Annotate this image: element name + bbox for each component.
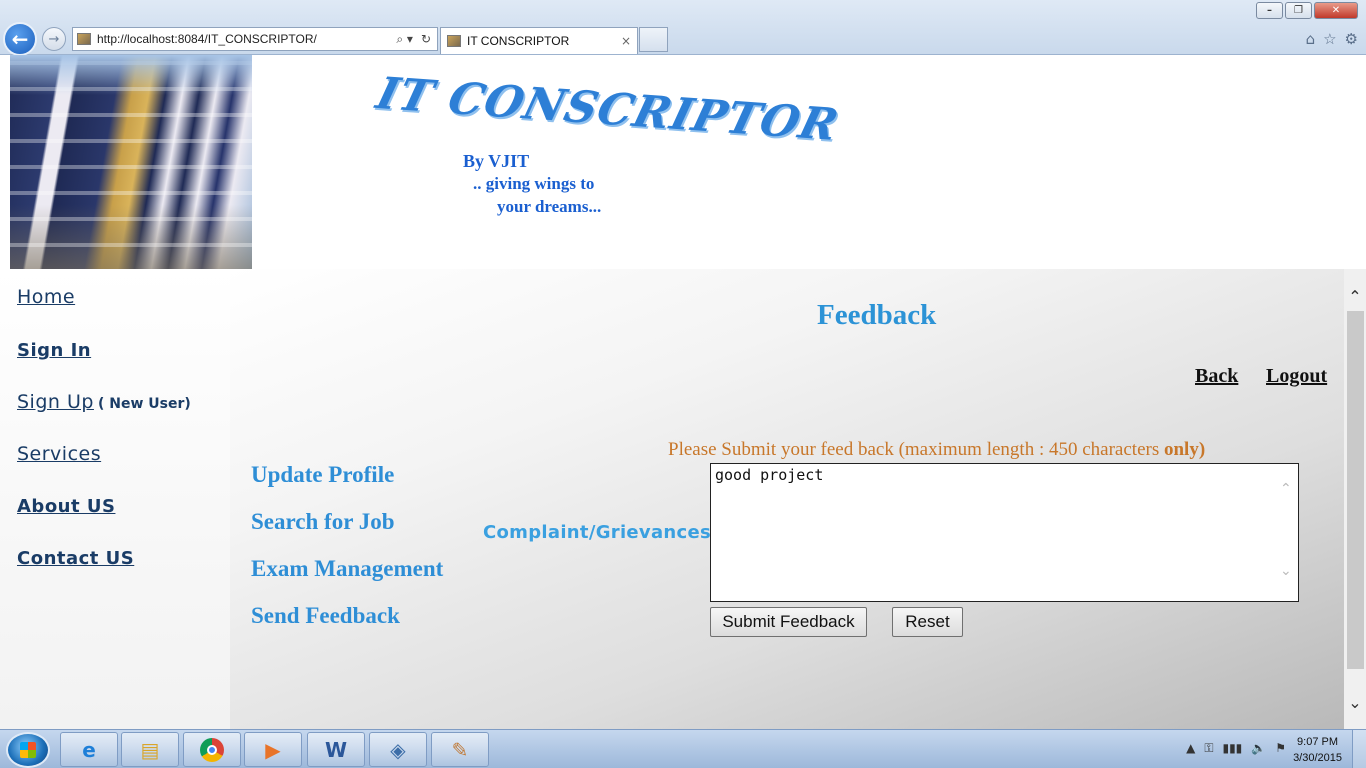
tab-favicon-icon [447, 35, 461, 47]
clock-time: 9:07 PM [1297, 736, 1339, 748]
internet-explorer-icon[interactable]: e [60, 732, 118, 767]
nav-about-link[interactable]: About US [17, 496, 115, 517]
site-logo: IT CONSCRIPTOR [371, 68, 844, 151]
tagline-by: By VJIT [463, 151, 530, 171]
action-center-flag-icon[interactable]: ⚑ [1275, 741, 1286, 756]
paint-icon[interactable]: ✎ [431, 732, 489, 767]
browser-tools: ⌂ ☆ ⚙ [1306, 30, 1358, 48]
nav-contact-link[interactable]: Contact US [17, 548, 134, 569]
browser-tab[interactable]: IT CONSCRIPTOR × [440, 27, 638, 54]
tab-close-icon[interactable]: × [621, 34, 637, 48]
new-user-note: ( New User) [97, 396, 191, 412]
minimize-button[interactable]: – [1256, 2, 1283, 19]
chrome-icon[interactable] [183, 732, 241, 767]
clock[interactable]: 9:07 PM 3/30/2015 [1293, 734, 1342, 766]
media-player-icon[interactable]: ▶ [244, 732, 302, 767]
volume-icon[interactable]: 🔈 [1251, 741, 1266, 756]
page-scrollbar[interactable]: ⌃ ⌄ [1344, 269, 1366, 729]
search-dropdown-icon[interactable]: ⌕ ▾ [396, 32, 413, 47]
back-link[interactable]: Back [1195, 365, 1238, 388]
feedback-instruction: Please Submit your feed back (maximum le… [668, 439, 1206, 460]
windows-logo-icon [20, 742, 36, 758]
power-plug-icon[interactable]: ⚿ [1204, 741, 1213, 756]
nav-sign-in-link[interactable]: Sign In [17, 340, 91, 361]
nav-sign-up: Sign Up( New User) [17, 391, 191, 413]
scroll-down-arrow-icon[interactable]: ⌄ [1344, 689, 1366, 729]
left-nav: Home Sign In Sign Up( New User) Services… [0, 269, 230, 729]
network-signal-icon[interactable]: ▮▮▮ [1222, 741, 1242, 756]
scroll-up-arrow-icon[interactable]: ⌃ [1344, 269, 1366, 309]
close-window-button[interactable]: ✕ [1314, 2, 1358, 19]
page-title: Feedback [817, 299, 937, 331]
browser-chrome: – ❐ ✕ ← → http://localhost:8084/IT_CONSC… [0, 0, 1366, 56]
textarea-scroll-up-icon[interactable]: ⌃ [1280, 481, 1292, 497]
send-feedback-link[interactable]: Send Feedback [251, 603, 400, 629]
browser-forward-button[interactable]: → [42, 27, 66, 51]
back-arrow-icon: ← [11, 27, 29, 51]
update-profile-link[interactable]: Update Profile [251, 462, 394, 488]
new-tab-button[interactable] [639, 27, 668, 52]
settings-gear-icon[interactable]: ⚙ [1345, 30, 1358, 48]
browser-back-button[interactable]: ← [3, 22, 37, 56]
tab-title: IT CONSCRIPTOR [467, 34, 570, 48]
exam-management-link[interactable]: Exam Management [251, 556, 443, 582]
complaint-label: Complaint/Grievances : [483, 522, 726, 543]
show-desktop-button[interactable] [1352, 730, 1366, 768]
windows-taskbar: e ▤ ▶ W ◈ ✎ ▲ ⚿ ▮▮▮ 🔈 ⚑ 9:07 PM 3/30/201… [0, 729, 1366, 768]
nav-sign-up-link[interactable]: Sign Up [17, 391, 94, 413]
tagline-wings: .. giving wings to [473, 174, 595, 193]
reset-button[interactable]: Reset [892, 607, 963, 637]
tagline-dreams: your dreams... [497, 197, 602, 216]
nav-services-link[interactable]: Services [17, 443, 101, 465]
home-icon[interactable]: ⌂ [1306, 30, 1316, 48]
start-button[interactable] [6, 732, 50, 768]
logout-link[interactable]: Logout [1266, 365, 1327, 388]
main-content: Feedback Back Logout Update Profile Sear… [230, 269, 1344, 729]
show-hidden-icons-icon[interactable]: ▲ [1186, 741, 1195, 756]
virtualbox-icon[interactable]: ◈ [369, 732, 427, 767]
system-tray: ▲ ⚿ ▮▮▮ 🔈 ⚑ [1186, 741, 1286, 756]
search-job-link[interactable]: Search for Job [251, 509, 395, 535]
instruction-emphasis: only) [1163, 439, 1206, 460]
page-favicon-icon [77, 33, 91, 45]
textarea-scroll-down-icon[interactable]: ⌄ [1280, 563, 1292, 579]
submit-feedback-button[interactable]: Submit Feedback [710, 607, 867, 637]
refresh-icon[interactable]: ↻ [421, 32, 431, 47]
college-building-image [10, 55, 252, 269]
scrollbar-thumb[interactable] [1347, 311, 1364, 669]
nav-home-link[interactable]: Home [17, 286, 75, 308]
clock-date: 3/30/2015 [1293, 752, 1342, 764]
site-header: IT CONSCRIPTOR By VJIT .. giving wings t… [0, 55, 1366, 269]
restore-button[interactable]: ❐ [1285, 2, 1312, 19]
word-icon[interactable]: W [307, 732, 365, 767]
address-bar[interactable]: http://localhost:8084/IT_CONSCRIPTOR/ ⌕ … [72, 27, 438, 51]
file-explorer-icon[interactable]: ▤ [121, 732, 179, 767]
address-url[interactable]: http://localhost:8084/IT_CONSCRIPTOR/ [97, 32, 396, 46]
favorites-star-icon[interactable]: ☆ [1323, 30, 1336, 48]
feedback-textarea[interactable]: good project [710, 463, 1299, 602]
window-controls: – ❐ ✕ [1256, 2, 1358, 19]
forward-arrow-icon: → [48, 31, 60, 47]
